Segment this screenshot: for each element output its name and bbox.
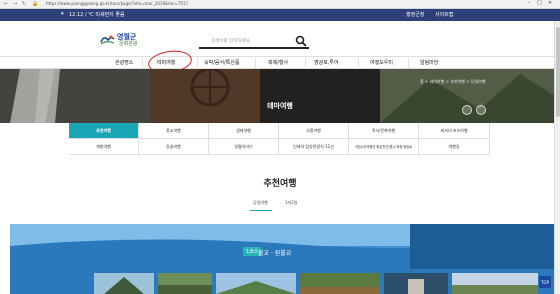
gnb-item-festivals[interactable]: 축제/행사 bbox=[268, 59, 288, 66]
hero-banner: 홈 > 테마여행 > 추천여행 > 당일여행 테마여행 bbox=[0, 69, 560, 123]
tab-overnight[interactable]: 1박2일 bbox=[285, 200, 297, 206]
logo-subtitle: 문화관광 bbox=[119, 41, 138, 47]
minimize-icon[interactable]: – bbox=[528, 0, 531, 6]
back-icon[interactable]: ← bbox=[4, 1, 8, 7]
search-box[interactable]: 검색어를 입력하세요. bbox=[199, 33, 309, 49]
category-recommended[interactable]: 추천여행 bbox=[69, 123, 139, 139]
category-grid: 추천여행 종교여행 생태여행 사찰여행 역사/문화여행 레저/스포츠여행 체험여… bbox=[69, 123, 490, 155]
share-icon[interactable] bbox=[462, 105, 472, 115]
maximize-icon[interactable]: □ bbox=[537, 0, 542, 6]
category-religion[interactable]: 종교여행 bbox=[139, 123, 209, 139]
breadcrumb: 홈 > 테마여행 > 추천여행 > 당일여행 bbox=[420, 79, 486, 84]
category-trails[interactable]: 여행길 bbox=[419, 139, 490, 155]
gnb-item-lodging-food[interactable]: 숙박/음식/특산품 bbox=[204, 59, 240, 66]
close-icon[interactable]: ✕ bbox=[548, 0, 552, 6]
course-feature-banner: 1코스 불교 · 원불교 bbox=[10, 224, 558, 294]
top-link-admin[interactable]: 행정군청 bbox=[406, 11, 424, 18]
category-history-culture[interactable]: 역사/문화여행 bbox=[349, 123, 419, 139]
thumbnail-image[interactable] bbox=[158, 273, 212, 294]
forward-icon[interactable]: → bbox=[13, 1, 17, 7]
gnb-item-tours[interactable]: 영광로,투어 bbox=[314, 59, 339, 66]
gnb-item-notices[interactable]: 알림마당 bbox=[420, 59, 438, 66]
gnb-divider bbox=[408, 58, 409, 68]
gnb-divider bbox=[358, 58, 359, 68]
gnb-divider bbox=[197, 58, 198, 68]
lock-icon: 🔒 bbox=[32, 1, 39, 7]
thumbnail-image[interactable] bbox=[384, 273, 448, 294]
site-logo[interactable]: 영월군 문화관광 bbox=[100, 31, 150, 49]
category-11-spots[interactable]: 인제의 탐방관광지 11선 bbox=[279, 139, 349, 155]
utility-bar: ☀ 12.12 / ℃ 미세먼지 좋음 행정군청 사이트맵 bbox=[0, 9, 560, 21]
weather-icon: ☀ bbox=[60, 11, 65, 17]
course-thumbnails bbox=[94, 273, 550, 294]
print-icon[interactable] bbox=[476, 105, 486, 115]
search-icon[interactable] bbox=[295, 35, 307, 47]
thumbnail-image[interactable] bbox=[216, 273, 296, 294]
gnb-divider bbox=[142, 58, 143, 68]
category-museum-trail[interactable]: 국립나무박물관 화분천선(행)스피랑 탐방로 bbox=[349, 139, 419, 155]
scroll-top-button[interactable]: TOP bbox=[539, 276, 551, 288]
category-leisure-sports[interactable]: 레저/스포츠여행 bbox=[419, 123, 490, 139]
tab-day-trip[interactable]: 당일여행 bbox=[253, 200, 268, 206]
category-experience[interactable]: 체험여행 bbox=[69, 139, 139, 155]
scrollbar-thumb[interactable] bbox=[556, 27, 560, 117]
search-input[interactable]: 검색어를 입력하세요. bbox=[211, 38, 251, 44]
thumbnail-image[interactable] bbox=[300, 273, 380, 294]
hero-background-image bbox=[0, 69, 560, 123]
gnb-item-attractions[interactable]: 관광명소 bbox=[115, 59, 133, 66]
thumbnail-image[interactable] bbox=[452, 273, 538, 294]
thumbnail-image[interactable] bbox=[94, 273, 154, 294]
main-navigation: 관광명소 테마여행 숙박/음식/특산품 축제/행사 영광로,투어 여행도우미 알… bbox=[0, 56, 560, 69]
weather-info: 12.12 / ℃ 미세먼지 좋음 bbox=[69, 12, 125, 18]
address-bar[interactable]: https://www.yeonggyeong.go.kr/tour/page/… bbox=[46, 1, 188, 6]
category-ecology[interactable]: 생태여행 bbox=[209, 123, 279, 139]
gnb-divider bbox=[305, 58, 306, 68]
section-title: 추천여행 bbox=[263, 179, 297, 189]
category-story[interactable]: 영월이야기 bbox=[209, 139, 279, 155]
logo-mark-icon bbox=[100, 35, 115, 45]
gnb-divider bbox=[255, 58, 256, 68]
browser-bar: ← → ↻ 🔒 https://www.yeonggyeong.go.kr/to… bbox=[0, 0, 560, 9]
course-title: 불교 · 원불교 bbox=[258, 250, 292, 257]
active-tab-indicator bbox=[250, 210, 272, 211]
category-cave[interactable]: 동굴여행 bbox=[139, 139, 209, 155]
category-temple[interactable]: 사찰여행 bbox=[279, 123, 349, 139]
top-link-sitemap[interactable]: 사이트맵 bbox=[435, 11, 453, 18]
site-header: 영월군 문화관광 검색어를 입력하세요. bbox=[0, 21, 560, 56]
reload-icon[interactable]: ↻ bbox=[22, 1, 26, 7]
gnb-item-travel-helper[interactable]: 여행도우미 bbox=[370, 59, 393, 66]
page-scrollbar[interactable] bbox=[554, 21, 560, 294]
